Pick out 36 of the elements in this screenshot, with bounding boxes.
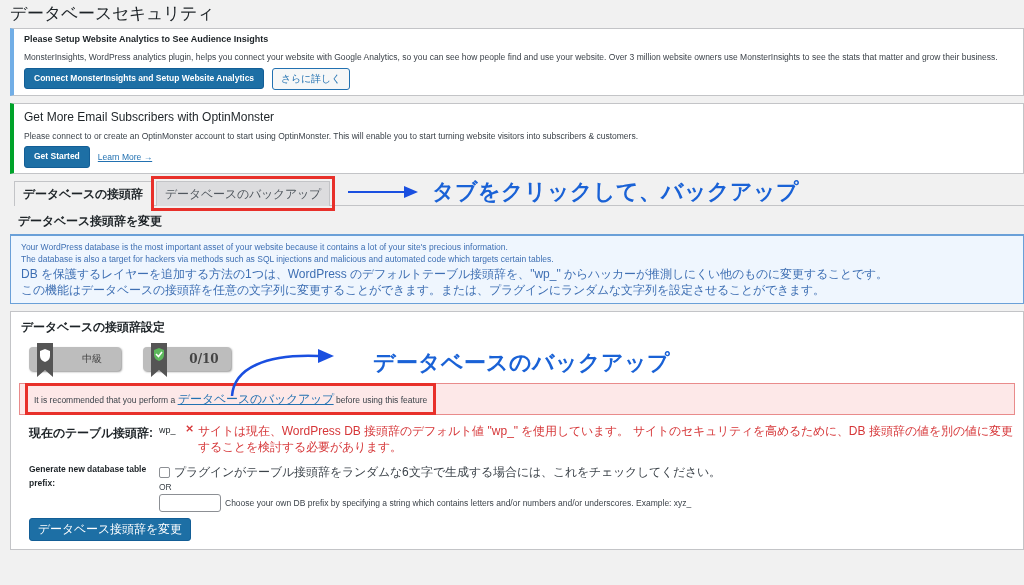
notice-button[interactable]: さらに詳しく bbox=[272, 67, 351, 90]
checkbox[interactable] bbox=[159, 466, 170, 478]
cross-icon bbox=[185, 424, 193, 433]
section-title: データベース接頭辞を変更 bbox=[18, 213, 163, 230]
input-hint: Choose your own DB prefix by specifying a string which contains letters and/or numbers and/or underscores. Example: xyz_ bbox=[225, 496, 692, 510]
notice-button[interactable]: Get Started bbox=[24, 146, 90, 168]
submit-button[interactable]: データベース接頭辞を変更 bbox=[29, 517, 191, 542]
warning-text: It is recommended that you perform a データベースのバックアップ before using this feature bbox=[30, 388, 432, 410]
notice-text: Please connect to or create an OptinMonster account to start using OptinMonster. This will enable you to start turning website visitors into subscribers & customers. bbox=[24, 129, 640, 143]
settings-title: データベースの接頭辞設定 bbox=[21, 319, 166, 336]
prefix-input[interactable] bbox=[159, 493, 221, 512]
notice-title: Please Setup Website Analytics to See Audience Insights bbox=[24, 33, 270, 47]
notice-button[interactable]: Connect MonsterInsights and Setup Website Analytics bbox=[24, 67, 265, 90]
badge-label: 中級 bbox=[82, 352, 102, 367]
prefix-value: wp_ bbox=[159, 424, 176, 437]
badge-label: 0/10 bbox=[189, 351, 219, 368]
shield-check-icon bbox=[151, 343, 167, 377]
learn-more-link[interactable]: Learn More → bbox=[97, 150, 153, 164]
notice-title: Get More Email Subscribers with OptinMonster bbox=[24, 108, 276, 126]
warning-message: サイトは現在、WordPress DB 接頭辞のデフォルト値 "wp_" を使用しています。 サイトのセキュリティを高めるために、DB 接頭辞の値を別の値に変更することを検討する必要があります。 bbox=[197, 424, 1014, 456]
backup-link[interactable]: データベースのバックアップ bbox=[177, 392, 334, 406]
info-text: The database is also a target for hackers via methods such as SQL injections and malicious and automated code which targets certain tables. bbox=[21, 253, 555, 266]
checkbox-label: プラグインがテーブル接頭辞をランダムな6文字で生成する場合には、これをチェックしてください。 bbox=[174, 464, 721, 482]
tab[interactable]: データベースの接頭辞 bbox=[14, 181, 152, 206]
or-text: OR bbox=[159, 481, 173, 494]
field-label: Generate new database table prefix: bbox=[29, 463, 148, 490]
field-label: 現在のテーブル接頭辞: bbox=[29, 425, 154, 442]
shield-icon bbox=[37, 343, 53, 377]
info-text: Your WordPress database is the most important asset of your website because it contains a lot of your site's precious information. bbox=[21, 241, 509, 254]
page-title: データベースセキュリティ bbox=[9, 3, 215, 25]
annotation-text: タブをクリックして、バックアップ bbox=[432, 181, 799, 203]
info-text: DB を保護するレイヤーを追加する方法の1つは、WordPress のデフォルトテーブル接頭辞を、"wp_" からハッカーが推測しにくい他のものに変更することです。 bbox=[21, 265, 889, 282]
arrow-icon bbox=[348, 185, 418, 199]
annotation-text: データベースのバックアップ bbox=[373, 352, 670, 374]
info-text: この機能はデータベースの接頭辞を任意の文字列に変更することができます。または、プラグインにランダムな文字列を設定させることができます。 bbox=[21, 281, 826, 298]
notice-text: MonsterInsights, WordPress analytics plugin, helps you connect your website with Google Analytics, so you can see how people find and use your website. Over 3 million website owners use MonsterInsights to see the stats that matter and grow their business. bbox=[24, 50, 999, 64]
